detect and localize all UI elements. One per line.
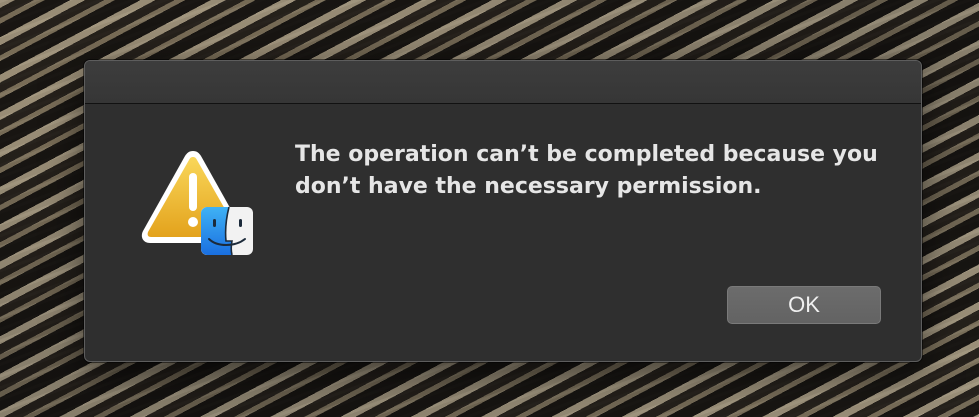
caution-icon [135, 145, 257, 257]
finder-icon [201, 206, 253, 256]
permission-alert-dialog: The operation can’t be completed because… [84, 60, 922, 362]
ok-button[interactable]: OK [727, 286, 881, 324]
alert-message: The operation can’t be completed because… [295, 142, 878, 199]
dialog-titlebar[interactable] [85, 61, 921, 104]
